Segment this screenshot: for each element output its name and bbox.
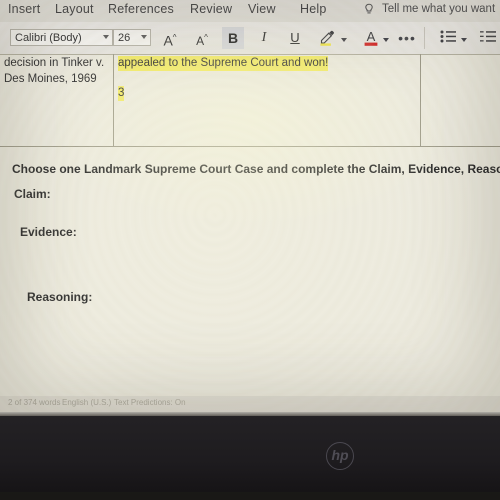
underline-button[interactable]: U — [286, 28, 304, 48]
numbered-list-button[interactable] — [478, 28, 498, 48]
claim-label: Claim: — [14, 187, 51, 201]
grow-font-caret-icon: ^ — [172, 33, 177, 42]
ribbon-tab-bar: Insert Layout References Review View Hel… — [0, 0, 500, 23]
table-column-divider — [420, 54, 421, 147]
tab-help[interactable]: Help — [300, 2, 327, 16]
chevron-down-icon[interactable] — [103, 35, 109, 39]
tab-insert[interactable]: Insert — [8, 2, 40, 16]
tab-layout[interactable]: Layout — [55, 2, 94, 16]
grow-font-button[interactable]: A^ — [160, 28, 180, 49]
toolbar-divider — [424, 27, 425, 49]
laptop-bezel: hp — [0, 412, 500, 500]
font-name-combobox[interactable]: Calibri (Body) — [10, 29, 113, 46]
status-bar: 2 of 374 words English (U.S.) Text Predi… — [0, 396, 500, 412]
document-table[interactable]: decision in Tinker v. Des Moines, 1969 a… — [0, 54, 500, 147]
table-column-divider — [113, 54, 114, 147]
more-commands-button[interactable]: ••• — [398, 28, 416, 48]
document-page[interactable]: decision in Tinker v. Des Moines, 1969 a… — [0, 54, 500, 412]
shrink-font-label: A — [196, 34, 205, 48]
tell-me-search[interactable]: Tell me what you want — [382, 3, 495, 15]
font-size-value: 26 — [118, 32, 131, 44]
lightbulb-icon[interactable] — [363, 3, 375, 16]
grow-font-label: A — [163, 32, 173, 49]
laptop-screen: Insert Layout References Review View Hel… — [0, 0, 500, 412]
chevron-down-icon[interactable] — [141, 35, 147, 39]
font-size-combobox[interactable]: 26 — [113, 29, 151, 46]
instruction-line: Choose one Landmark Supreme Court Case a… — [12, 162, 500, 176]
evidence-label: Evidence: — [20, 225, 77, 239]
bulleted-list-icon — [440, 30, 456, 43]
text-predictions-status[interactable]: Text Predictions: On — [114, 398, 186, 407]
tab-review[interactable]: Review — [190, 2, 232, 16]
reasoning-label: Reasoning: — [27, 290, 93, 304]
bulleted-list-button[interactable] — [438, 28, 458, 48]
table-cell-text: decision in Tinker v. — [4, 57, 105, 69]
font-color-button[interactable]: A — [362, 28, 380, 48]
hp-logo: hp — [326, 442, 354, 470]
word-count-status[interactable]: 2 of 374 words — [8, 398, 60, 407]
table-bottom-border — [0, 146, 500, 147]
tab-view[interactable]: View — [248, 2, 276, 16]
text-highlight-button[interactable] — [316, 28, 338, 48]
shrink-font-caret-icon: ^ — [204, 33, 208, 42]
bezel-top-edge — [0, 412, 500, 416]
highlight-chevron-down-icon[interactable] — [341, 38, 347, 42]
table-top-border — [0, 54, 500, 55]
font-color-icon: A — [364, 29, 378, 46]
font-name-value: Calibri (Body) — [15, 32, 82, 44]
svg-text:A: A — [367, 29, 376, 44]
table-cell-text: Des Moines, 1969 — [4, 73, 97, 85]
table-cell-text-highlighted: 3 — [118, 86, 125, 101]
laptop-photo: Insert Layout References Review View Hel… — [0, 0, 500, 500]
font-color-chevron-down-icon[interactable] — [383, 38, 389, 42]
bold-button[interactable]: B — [222, 27, 244, 49]
bullets-chevron-down-icon[interactable] — [461, 38, 467, 42]
language-status[interactable]: English (U.S.) — [62, 398, 111, 407]
numbered-list-icon — [479, 31, 496, 42]
highlighter-icon — [320, 30, 334, 46]
tab-references[interactable]: References — [108, 2, 174, 16]
table-cell-text-highlighted: appealed to the Supreme Court and won! — [118, 56, 329, 71]
shrink-font-button[interactable]: A^ — [192, 28, 212, 48]
bezel-bottom-shadow — [0, 492, 500, 500]
italic-button[interactable]: I — [255, 28, 273, 48]
